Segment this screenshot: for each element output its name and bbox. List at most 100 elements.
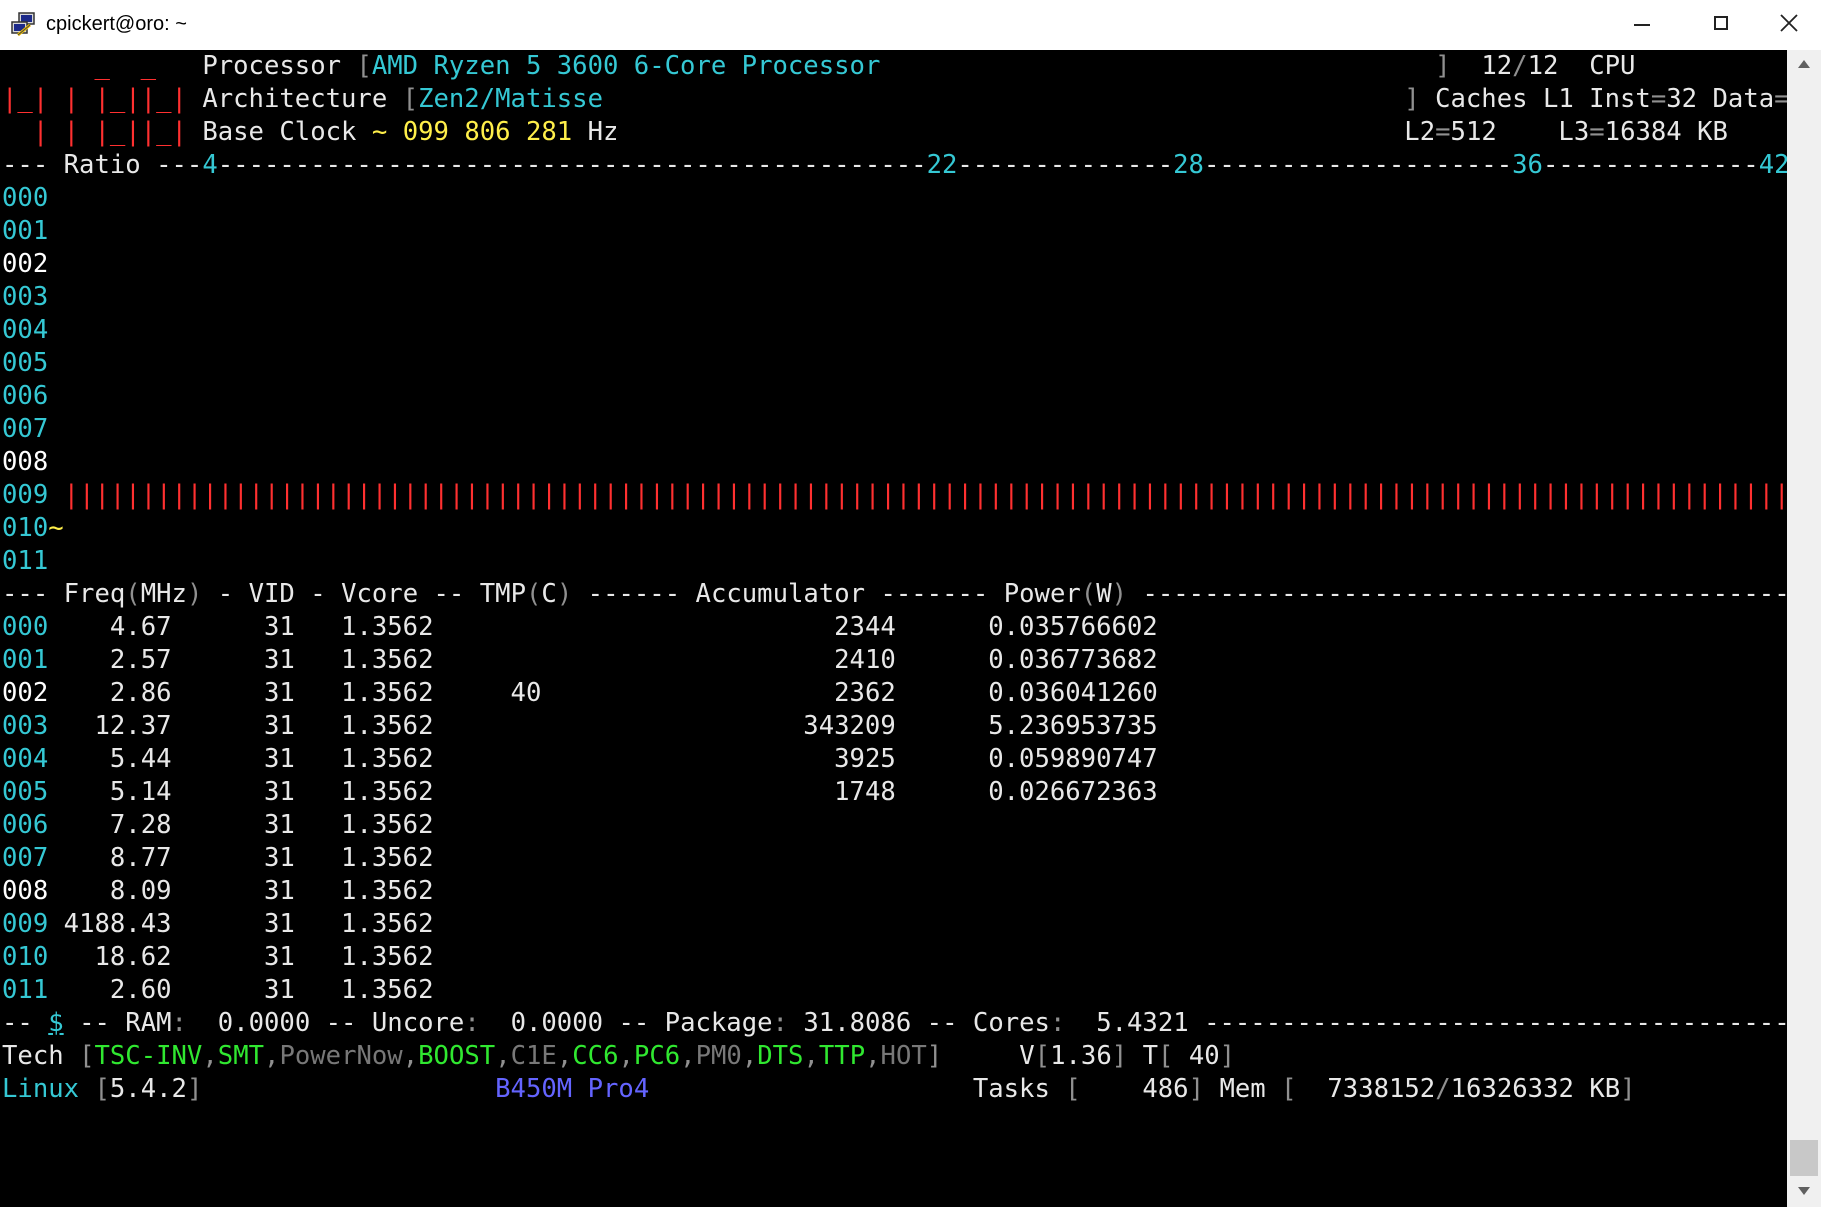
tmp-cell: 40	[510, 678, 542, 708]
core-id: 008	[2, 876, 49, 906]
ratio-row: 007	[2, 414, 49, 444]
freq-cell: 4.67	[109, 612, 172, 642]
freq-cell: 5.44	[109, 744, 172, 774]
vcore-cell: 1.3562	[341, 843, 434, 873]
tech-flag-tsc-inv: TSC-INV	[94, 1041, 203, 1071]
tech-flags-line: Tech [TSC-INV,SMT,PowerNow,BOOST,C1E,CC6…	[2, 1041, 1236, 1071]
status-line: Linux [5.4.2] B450M Pro4 Tasks [ 486] Me…	[2, 1074, 1636, 1104]
power-cell: 0.036041260	[988, 678, 1158, 708]
ratio-row: 010~	[2, 513, 64, 543]
tech-flag-c1e: C1E	[510, 1041, 557, 1071]
freq-cell: 4188.43	[63, 909, 172, 939]
vid-cell: 31	[263, 744, 295, 774]
architecture-name: Zen2/Matisse	[418, 84, 603, 114]
tech-flag-boost: BOOST	[418, 1041, 496, 1071]
vcore-cell: 1.3562	[341, 942, 434, 972]
core-id: 001	[2, 645, 49, 675]
power-summary: -- $ -- RAM: 0.0000 -- Uncore: 0.0000 --…	[2, 1008, 1787, 1038]
power-cell: 0.036773682	[988, 645, 1158, 675]
table-row: 000 4.67 31 1.3562 2344 0.035766602	[2, 611, 1158, 644]
freq-cell: 18.62	[94, 942, 172, 972]
ratio-row: 006	[2, 381, 49, 411]
vid-cell: 31	[263, 942, 295, 972]
freq-cell: 8.77	[109, 843, 172, 873]
core-id: 002	[2, 678, 49, 708]
core-id: 009	[2, 909, 49, 939]
freq-cell: 8.09	[109, 876, 172, 906]
scroll-up-arrow-icon[interactable]	[1787, 50, 1821, 80]
freq-cell: 2.60	[109, 975, 172, 1005]
core-id: 006	[2, 810, 49, 840]
ratio-row: 004	[2, 315, 49, 345]
header-line-architecture: |_| | |_||_| Architecture [Zen2/Matisse …	[2, 84, 1787, 114]
putty-app-icon[interactable]	[10, 11, 38, 39]
vcore-cell: 1.3562	[341, 612, 434, 642]
ratio-header: --- Ratio ---4--------------------------…	[2, 150, 1787, 180]
tech-flag-ttp: TTP	[818, 1041, 866, 1071]
tech-flags: TSC-INV,SMT,PowerNow,BOOST,C1E,CC6,PC6,P…	[94, 1041, 927, 1071]
accumulator-cell: 2362	[834, 678, 896, 708]
vid-cell: 31	[263, 612, 295, 642]
power-cell: 0.026672363	[988, 777, 1158, 807]
core-id: 011	[2, 975, 49, 1005]
vertical-scrollbar[interactable]	[1787, 50, 1821, 1207]
table-row: 001 2.57 31 1.3562 2410 0.036773682	[2, 644, 1158, 677]
table-row: 004 5.44 31 1.3562 3925 0.059890747	[2, 743, 1158, 776]
vid-cell: 31	[263, 876, 295, 906]
vcore-cell: 1.3562	[341, 876, 434, 906]
motherboard-name: B450M Pro4	[495, 1074, 650, 1104]
table-row: 006 7.28 31 1.3562	[2, 809, 433, 842]
tech-flag-smt: SMT	[217, 1041, 265, 1071]
core-id: 003	[2, 711, 49, 741]
header-line-processor: _ _ Processor [AMD Ryzen 5 3600 6-Core P…	[2, 51, 1636, 81]
close-icon	[1780, 14, 1798, 32]
vid-cell: 31	[263, 975, 295, 1005]
table-row: 003 12.37 31 1.3562 343209 5.236953735	[2, 710, 1158, 743]
freq-cell: 2.86	[109, 678, 172, 708]
tech-flag-pc6: PC6	[633, 1041, 681, 1071]
freq-cell: 5.14	[109, 777, 172, 807]
ratio-row: 008	[2, 447, 49, 477]
dollar-toggle[interactable]: $	[48, 1008, 63, 1038]
table-row: 007 8.77 31 1.3562	[2, 842, 433, 875]
ratio-row-active: 009 ||||||||||||||||||||||||||||||||||||…	[2, 479, 1787, 512]
accumulator-cell: 2344	[834, 612, 896, 642]
vid-cell: 31	[263, 810, 295, 840]
vid-cell: 31	[263, 777, 295, 807]
base-clock-value: 099 806 281	[402, 117, 573, 147]
ratio-row: 001	[2, 216, 49, 246]
processor-name: AMD Ryzen 5 3600 6-Core Processor	[371, 51, 881, 81]
ratio-row: 011	[2, 546, 49, 576]
vid-cell: 31	[263, 645, 295, 675]
title-bar: cpickert@oro: ~	[0, 0, 1821, 50]
vid-cell: 31	[263, 909, 295, 939]
tech-flag-hot: HOT	[880, 1041, 927, 1071]
frequency-bar: ||||||||||||||||||||||||||||||||||||||||…	[63, 480, 1787, 510]
power-cell: 0.059890747	[988, 744, 1158, 774]
vcore-cell: 1.3562	[341, 645, 434, 675]
terminal-screen[interactable]: _ _ Processor [AMD Ryzen 5 3600 6-Core P…	[0, 50, 1787, 1207]
table-header: --- Freq(MHz) - VID - Vcore -- TMP(C) --…	[2, 579, 1787, 609]
minimize-button[interactable]	[1634, 0, 1714, 50]
ratio-row: 005	[2, 348, 49, 378]
tech-flag-dts: DTS	[757, 1041, 804, 1071]
ratio-row: 000	[2, 183, 49, 213]
tech-flag-powernow: PowerNow	[279, 1041, 403, 1071]
vcore-cell: 1.3562	[341, 678, 434, 708]
table-row: 011 2.60 31 1.3562	[2, 974, 433, 1007]
vcore-cell: 1.3562	[341, 909, 434, 939]
vcore-cell: 1.3562	[341, 744, 434, 774]
table-row: 008 8.09 31 1.3562	[2, 875, 433, 908]
freq-cell: 12.37	[94, 711, 172, 741]
tech-flag-pm0: PM0	[695, 1041, 742, 1071]
vid-cell: 31	[263, 843, 295, 873]
accumulator-cell: 1748	[834, 777, 896, 807]
vcore-cell: 1.3562	[341, 777, 434, 807]
table-row: 005 5.14 31 1.3562 1748 0.026672363	[2, 776, 1158, 809]
close-button[interactable]	[1780, 0, 1821, 50]
core-id: 007	[2, 843, 49, 873]
scroll-down-arrow-icon[interactable]	[1787, 1177, 1821, 1207]
table-row: 009 4188.43 31 1.3562	[2, 908, 434, 941]
scroll-thumb[interactable]	[1790, 1140, 1818, 1176]
vcore-cell: 1.3562	[341, 810, 434, 840]
